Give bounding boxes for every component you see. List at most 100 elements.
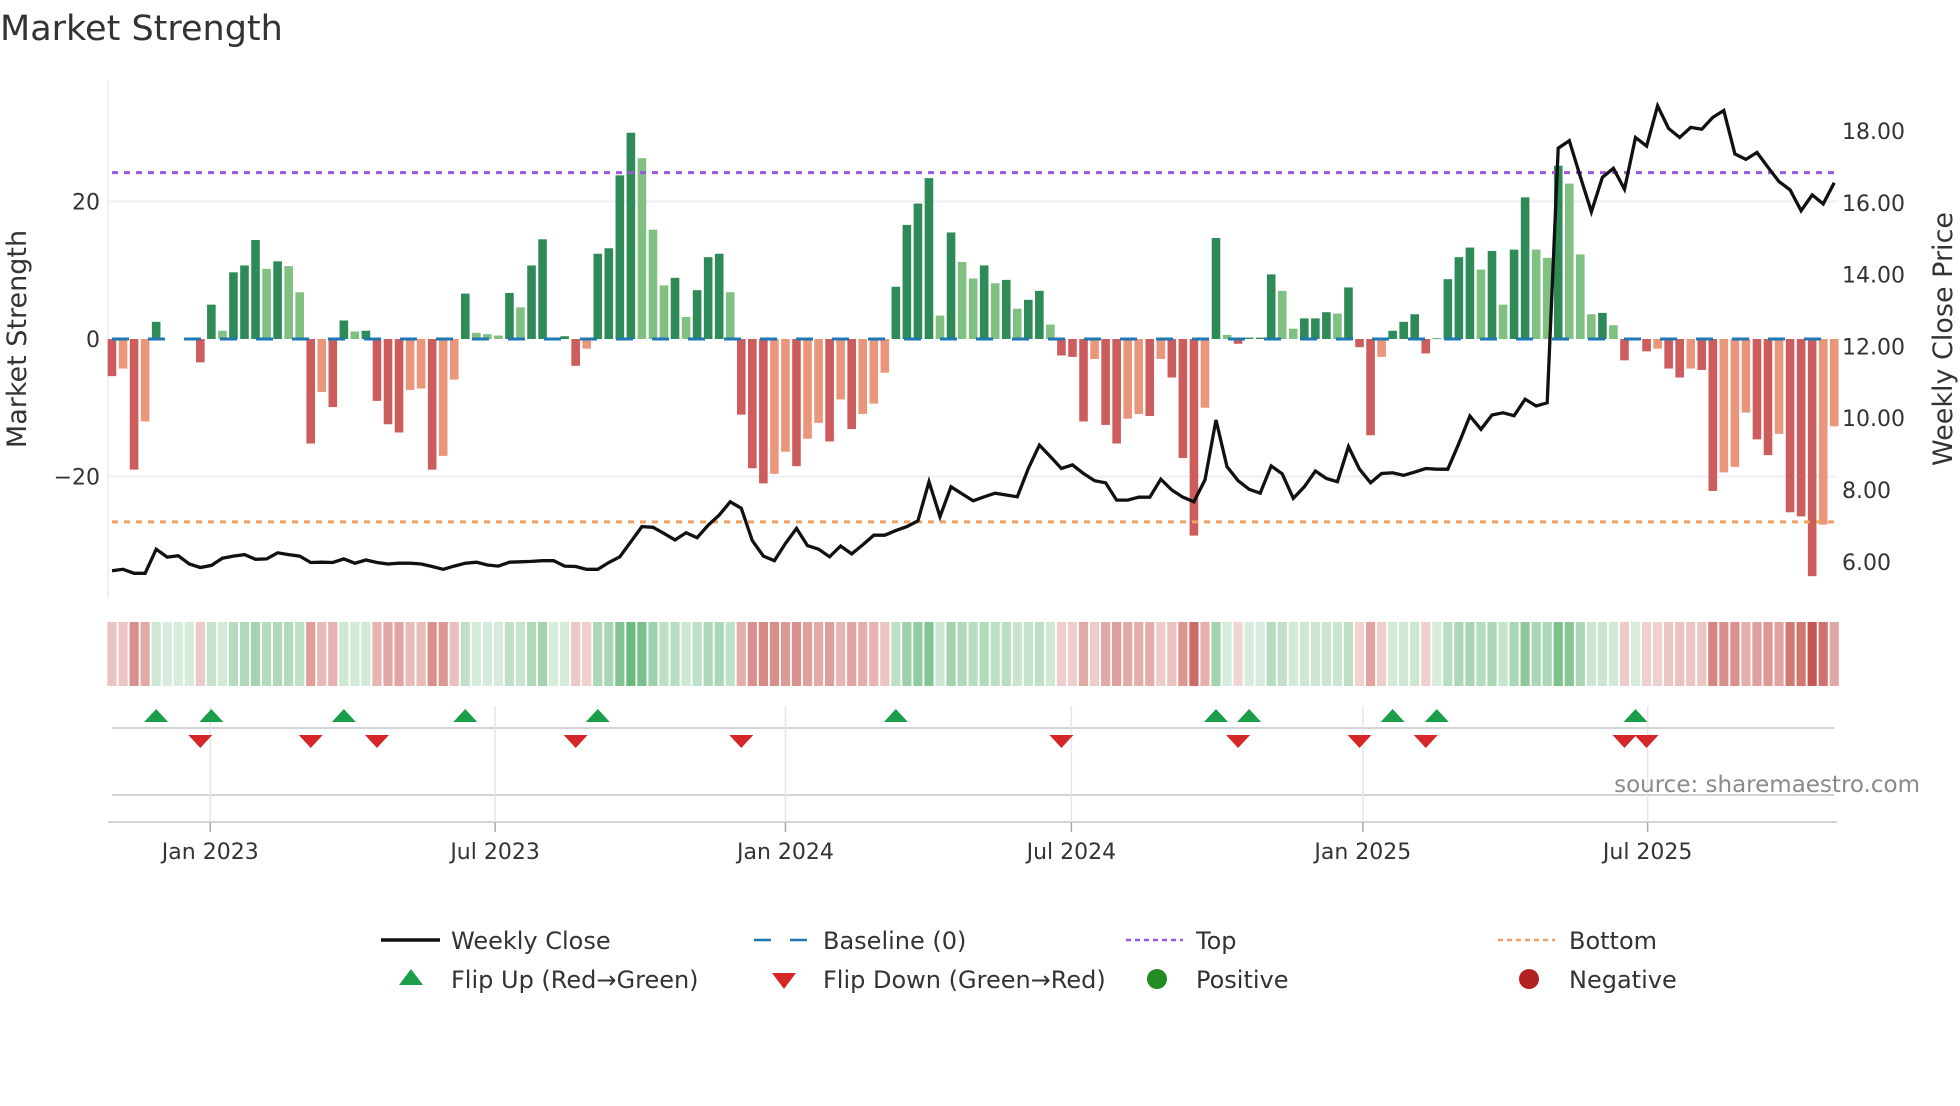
heat-cell: [1321, 622, 1331, 686]
heat-cell: [1664, 622, 1674, 686]
strength-bar: [129, 339, 139, 470]
heat-cell: [1123, 622, 1133, 686]
heat-cell: [1222, 622, 1232, 686]
heat-cell: [1741, 622, 1751, 686]
heat-cell: [1045, 622, 1055, 686]
strength-bar: [792, 339, 801, 467]
heat-cell: [1443, 622, 1453, 686]
strength-bar: [968, 278, 978, 339]
flip-up-marker: [453, 709, 478, 722]
heat-cell: [1377, 622, 1387, 686]
heat-cell: [295, 622, 305, 686]
heat-cell: [681, 622, 691, 686]
heat-cell: [1233, 622, 1243, 686]
heat-cell: [571, 622, 581, 686]
strength-bar: [869, 339, 879, 404]
legend-label: Baseline (0): [823, 927, 966, 955]
strength-bar: [1366, 339, 1375, 436]
strength-bar: [538, 239, 547, 339]
strength-bar: [151, 321, 161, 339]
right-axis-ticks: 18.00 16.00 14.00 12.00 10.00 8.00 6.00: [1842, 120, 1905, 576]
strength-bar: [681, 317, 691, 339]
strength-bar: [1697, 339, 1707, 370]
heat-cell: [924, 622, 934, 686]
strength-bar: [1068, 339, 1077, 357]
strength-bar: [1156, 339, 1166, 359]
market-strength-chart: Market Strength 20 0 −20 18.00 16.00 14.00 12…: [0, 9, 1959, 994]
heat-cell: [493, 622, 503, 686]
heat-cell: [1012, 622, 1022, 686]
strength-bar: [1708, 339, 1718, 491]
heat-cell: [604, 622, 614, 686]
x-tick-label: Jul 2025: [1601, 840, 1693, 865]
heat-cell: [1465, 622, 1475, 686]
heat-cell: [129, 622, 139, 686]
flip-up-marker: [1380, 709, 1405, 722]
heat-cell: [1675, 622, 1685, 686]
flip-up-marker: [1237, 709, 1262, 722]
heat-cell: [1266, 622, 1276, 686]
strength-bar: [725, 292, 735, 339]
heat-cell: [1399, 622, 1409, 686]
strength-bar: [372, 339, 382, 401]
strength-bar: [1752, 339, 1762, 440]
strength-bar: [317, 339, 327, 392]
strength-bar: [1587, 314, 1596, 339]
strength-bar: [460, 293, 470, 339]
heat-cell: [968, 622, 978, 686]
heat-cell: [1001, 622, 1011, 686]
strength-bar: [262, 268, 271, 339]
strength-bar: [1377, 339, 1386, 357]
heat-cell: [405, 622, 415, 686]
heat-cell: [317, 622, 327, 686]
heat-cell: [858, 622, 868, 686]
strength-bar: [1531, 249, 1541, 339]
heat-cell: [847, 622, 857, 686]
strength-bar: [449, 339, 459, 380]
flip-down-marker: [1347, 735, 1372, 748]
strength-bar: [692, 290, 702, 339]
heat-cell: [891, 622, 901, 686]
heat-cell: [626, 622, 636, 686]
strength-bar: [1145, 339, 1155, 416]
y-right-tick-label: 8.00: [1842, 479, 1891, 504]
strength-bar: [1719, 339, 1729, 473]
heat-cell: [1498, 622, 1508, 686]
strength-bar: [251, 240, 260, 339]
strength-bar: [1288, 328, 1298, 339]
strength-bar: [1322, 312, 1331, 339]
heat-cell: [195, 622, 205, 686]
flip-up-marker: [144, 709, 169, 722]
strength-bar: [284, 266, 293, 339]
strength-bar: [924, 178, 934, 339]
heat-cell: [1067, 622, 1078, 686]
strength-bar: [1410, 314, 1420, 339]
heat-cell: [1509, 622, 1519, 686]
heat-cell: [151, 622, 161, 686]
strength-bar: [1101, 339, 1110, 425]
strength-bar: [1090, 339, 1099, 359]
heat-cell: [1299, 622, 1309, 686]
strength-bar: [1774, 339, 1784, 434]
strength-bar: [1399, 321, 1408, 339]
flip-up-marker: [883, 709, 908, 722]
heat-cell: [206, 622, 216, 686]
y-tick-label: 20: [72, 191, 100, 216]
strength-bar: [1454, 257, 1464, 339]
strength-bar: [990, 283, 1000, 339]
strength-bar: [118, 339, 128, 369]
strength-bar: [902, 224, 912, 339]
strength-bar: [979, 265, 989, 339]
strength-bar: [350, 331, 360, 339]
heat-cell: [383, 622, 393, 686]
heat-cell: [1277, 622, 1287, 686]
strength-bar: [913, 203, 923, 339]
heat-cell: [1476, 622, 1486, 686]
strength-heatmap-strip: [107, 622, 1839, 686]
strength-bar: [405, 339, 415, 390]
strength-bar: [1785, 339, 1795, 513]
heat-cell: [637, 622, 647, 686]
strength-bar: [1112, 339, 1121, 444]
y-right-tick-label: 18.00: [1842, 120, 1905, 145]
heat-cell: [1818, 622, 1828, 686]
